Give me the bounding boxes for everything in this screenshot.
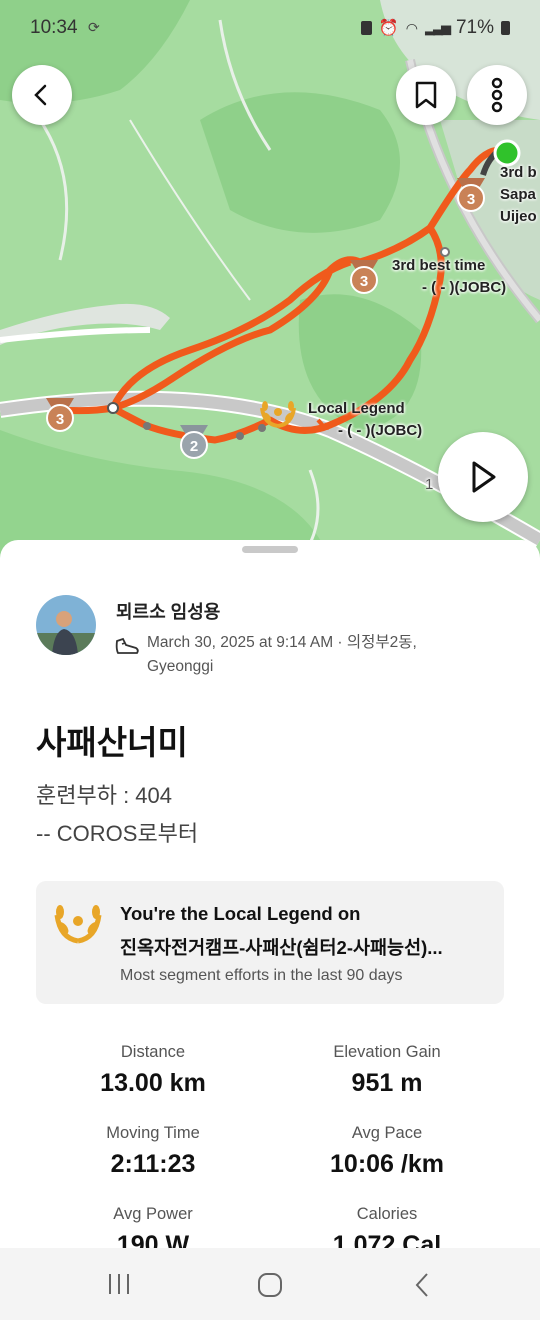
avatar[interactable] bbox=[36, 595, 96, 655]
medal-icon: 3 bbox=[457, 178, 485, 212]
stat-value: 951 m bbox=[351, 1069, 423, 1097]
wifi-icon: ◠ bbox=[405, 19, 418, 36]
stat-label: Avg Pace bbox=[351, 1124, 423, 1142]
battery-icon bbox=[501, 21, 510, 35]
stat-value: 2:11:23 bbox=[110, 1150, 196, 1178]
svg-text:2: 2 bbox=[190, 438, 198, 455]
system-navigation-bar bbox=[0, 1248, 540, 1320]
start-marker bbox=[493, 139, 521, 167]
home-icon[interactable] bbox=[257, 1272, 283, 1298]
map-label-third-best-sub: - ( - )(JOBC) bbox=[422, 279, 507, 296]
recent-apps-icon[interactable] bbox=[106, 1272, 132, 1296]
route-map[interactable]: 3 3 3 2 3rd best time - ( - )(JOBC) Loca… bbox=[0, 0, 540, 560]
sheet-drag-handle[interactable] bbox=[242, 546, 298, 553]
map-label-local-legend: Local Legend bbox=[308, 400, 405, 417]
description-line: -- COROS로부터 bbox=[36, 821, 199, 846]
alarm-icon: ⏰ bbox=[378, 20, 399, 37]
activity-sheet[interactable]: 뫼르소 임성용 March 30, 2025 at 9:14 AM · 의정부2… bbox=[0, 540, 540, 1320]
status-time: 10:34 bbox=[30, 17, 78, 38]
back-button[interactable] bbox=[12, 65, 72, 125]
map-label-corner: 3rd b bbox=[500, 164, 537, 181]
road-number-label: 1 bbox=[425, 476, 434, 493]
activity-title: 사패산너미 bbox=[36, 724, 188, 761]
svg-text:3: 3 bbox=[360, 273, 368, 290]
svg-text:3: 3 bbox=[56, 411, 64, 428]
bookmark-icon bbox=[415, 81, 437, 109]
stat-label: Distance bbox=[120, 1043, 186, 1061]
stat-label: Elevation Gain bbox=[333, 1043, 441, 1061]
svg-text:3: 3 bbox=[467, 191, 475, 208]
laurel-icon bbox=[260, 401, 296, 428]
app-notification-icon bbox=[360, 21, 372, 35]
laurel-icon bbox=[54, 905, 102, 944]
signal-icon: ▂▃▅ bbox=[424, 20, 451, 35]
medal-icon: 2 bbox=[180, 425, 208, 459]
stat-label: Moving Time bbox=[106, 1124, 200, 1142]
legend-subtext: Most segment efforts in the last 90 days bbox=[120, 967, 403, 984]
stat-label: Avg Power bbox=[113, 1205, 193, 1223]
athlete-name[interactable]: 뫼르소 임성용 bbox=[116, 598, 220, 624]
battery-percent: 71% bbox=[455, 17, 494, 38]
map-label-corner: Sapa bbox=[500, 186, 536, 203]
legend-segment-name: 진옥자전거캠프-사패산(쉼터2-사패능선)... bbox=[120, 937, 443, 958]
activity-description: 훈련부하 : 404 -- COROS로부터 bbox=[36, 777, 198, 853]
map-label-local-legend-sub: - ( - )(JOBC) bbox=[338, 422, 423, 439]
local-legend-card[interactable]: You're the Local Legend on 진옥자전거캠프-사패산(쉼… bbox=[36, 881, 504, 1004]
stat-value: 10:06 /km bbox=[330, 1150, 444, 1178]
more-options-icon bbox=[491, 77, 503, 113]
status-bar: 10:34 ⟳ ⏰ ◠ ▂▃▅ 71% bbox=[0, 0, 540, 56]
system-back-icon[interactable] bbox=[412, 1272, 432, 1298]
map-label-corner: Uijeo bbox=[500, 208, 537, 225]
play-icon bbox=[472, 461, 496, 493]
back-arrow-icon bbox=[34, 84, 47, 106]
stat-label: Calories bbox=[356, 1205, 418, 1223]
stat-value: 13.00 km bbox=[100, 1069, 206, 1097]
medal-icon: 3 bbox=[350, 260, 378, 294]
map-label-third-best: 3rd best time bbox=[392, 257, 486, 274]
more-options-button[interactable] bbox=[467, 65, 527, 125]
sync-icon: ⟳ bbox=[88, 19, 100, 35]
shoe-icon bbox=[115, 637, 139, 654]
activity-datetime-location: March 30, 2025 at 9:14 AM · 의정부2동, Gyeon… bbox=[147, 634, 417, 675]
bookmark-button[interactable] bbox=[396, 65, 456, 125]
medal-icon: 3 bbox=[46, 398, 74, 432]
description-line: 훈련부하 : 404 bbox=[36, 783, 173, 808]
play-flyover-button[interactable] bbox=[438, 432, 528, 522]
legend-heading: You're the Local Legend on bbox=[120, 903, 361, 924]
